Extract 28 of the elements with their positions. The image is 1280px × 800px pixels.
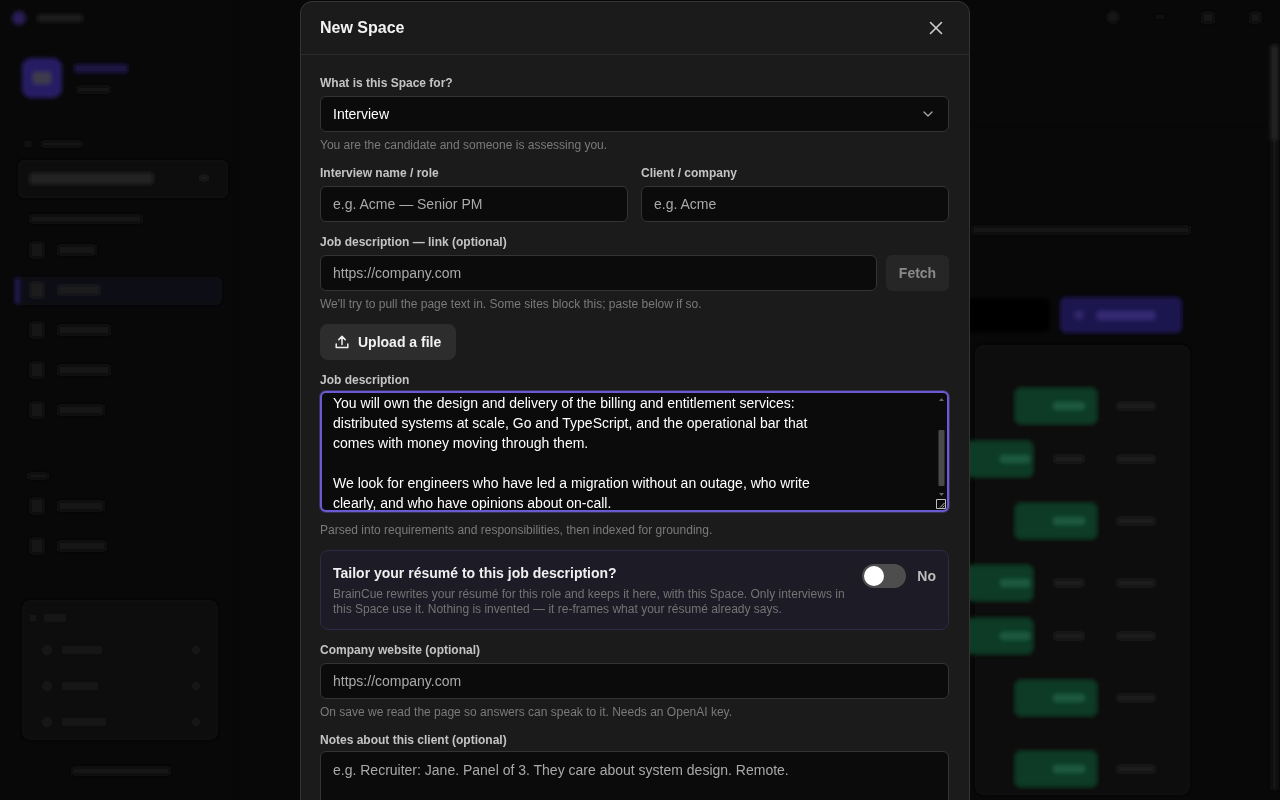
field-label: Job description [320,372,411,388]
upload-button[interactable]: Upload a file [320,324,457,360]
card-title: Tailor your résumé to this job description? [333,564,618,582]
field-label: What is this Space for? [320,75,454,91]
dropdown[interactable]: Interview [320,96,949,132]
input-field[interactable]: e.g. Acme [641,186,949,222]
toggle-switch[interactable] [862,564,907,588]
resize-handle-icon [936,499,946,509]
field-label: Client / company [641,165,739,181]
field-label: Notes about this client (optional) [320,732,508,748]
help-text: On save we read the page so answers can speak to it. Needs an OpenAI key. [320,704,733,720]
input-field[interactable]: https://company.com [320,255,877,291]
help-text: Parsed into requirements and responsibilities, then indexed for grounding. [320,522,714,538]
upload-icon [335,335,349,349]
text-area[interactable]: You will own the design and delivery of the billing and entitlement services: distributed systems at scale, Go and TypeScript, and the operational bar that comes with money moving through them. We look for engineers who have led a migration without an outage, who write clearly, and who have opinions about on-call. [320,391,949,512]
close-icon [929,21,943,35]
input-field[interactable]: https://company.com [320,663,949,699]
toggle-state-label: No [917,568,936,584]
field-label: Job description — link (optional) [320,234,508,250]
field-label: Company website (optional) [320,642,481,658]
help-text: We'll try to pull the page text in. Some sites block this; paste below if so. [320,296,703,312]
input-field[interactable]: e.g. Acme — Senior PM [320,186,628,222]
field-label: Interview name / role [320,165,440,181]
dialog-title: New Space [320,19,405,37]
text-area[interactable]: e.g. Recruiter: Jane. Panel of 3. They care about system design. Remote. [320,751,949,800]
chevron-down-icon [923,111,933,117]
help-text: You are the candidate and someone is assessing you. [320,137,609,153]
card-description: BrainCue rewrites your résumé for this role and keeps it here, with this Space. Only interviews in this Space use it. Nothing is invented — it re-frames what your résumé already says. [333,587,846,617]
